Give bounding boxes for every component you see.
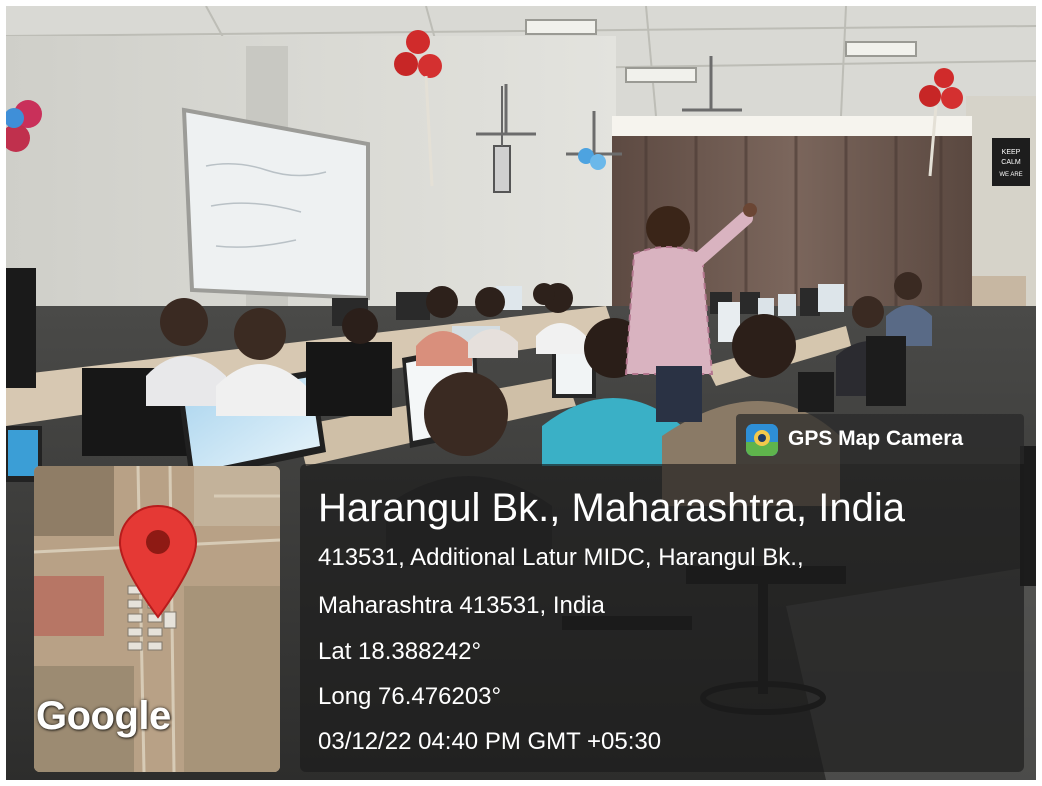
app-name: GPS Map Camera xyxy=(788,427,964,450)
latitude-text: Lat 18.388242° xyxy=(318,638,482,665)
app-badge: GPS Map Camera xyxy=(736,414,1024,464)
datetime-text: 03/12/22 04:40 PM GMT +05:30 xyxy=(318,728,662,755)
place-title: Harangul Bk., Maharashtra, India xyxy=(318,486,905,530)
gps-map-camera-icon xyxy=(746,424,778,456)
address-line-1: 413531, Additional Latur MIDC, Harangul … xyxy=(318,544,804,571)
keep-calm-sign-line-3: WE ARE xyxy=(999,172,1022,178)
longitude-text: Long 76.476203° xyxy=(318,683,502,710)
keep-calm-sign-line-1: KEEP xyxy=(1002,149,1021,156)
whiteboard xyxy=(181,107,370,301)
address-line-2: Maharashtra 413531, India xyxy=(318,592,605,619)
photo-frame: KEEP CALM WE ARE Google GPS Map Camera H… xyxy=(6,6,1036,780)
location-info-panel: Harangul Bk., Maharashtra, India 413531,… xyxy=(300,464,1024,772)
google-map-logo: Google xyxy=(36,694,171,738)
satellite-map-thumbnail: Google xyxy=(34,466,280,772)
hanging-lamp xyxy=(493,145,511,193)
keep-calm-sign-line-2: CALM xyxy=(1001,159,1021,166)
